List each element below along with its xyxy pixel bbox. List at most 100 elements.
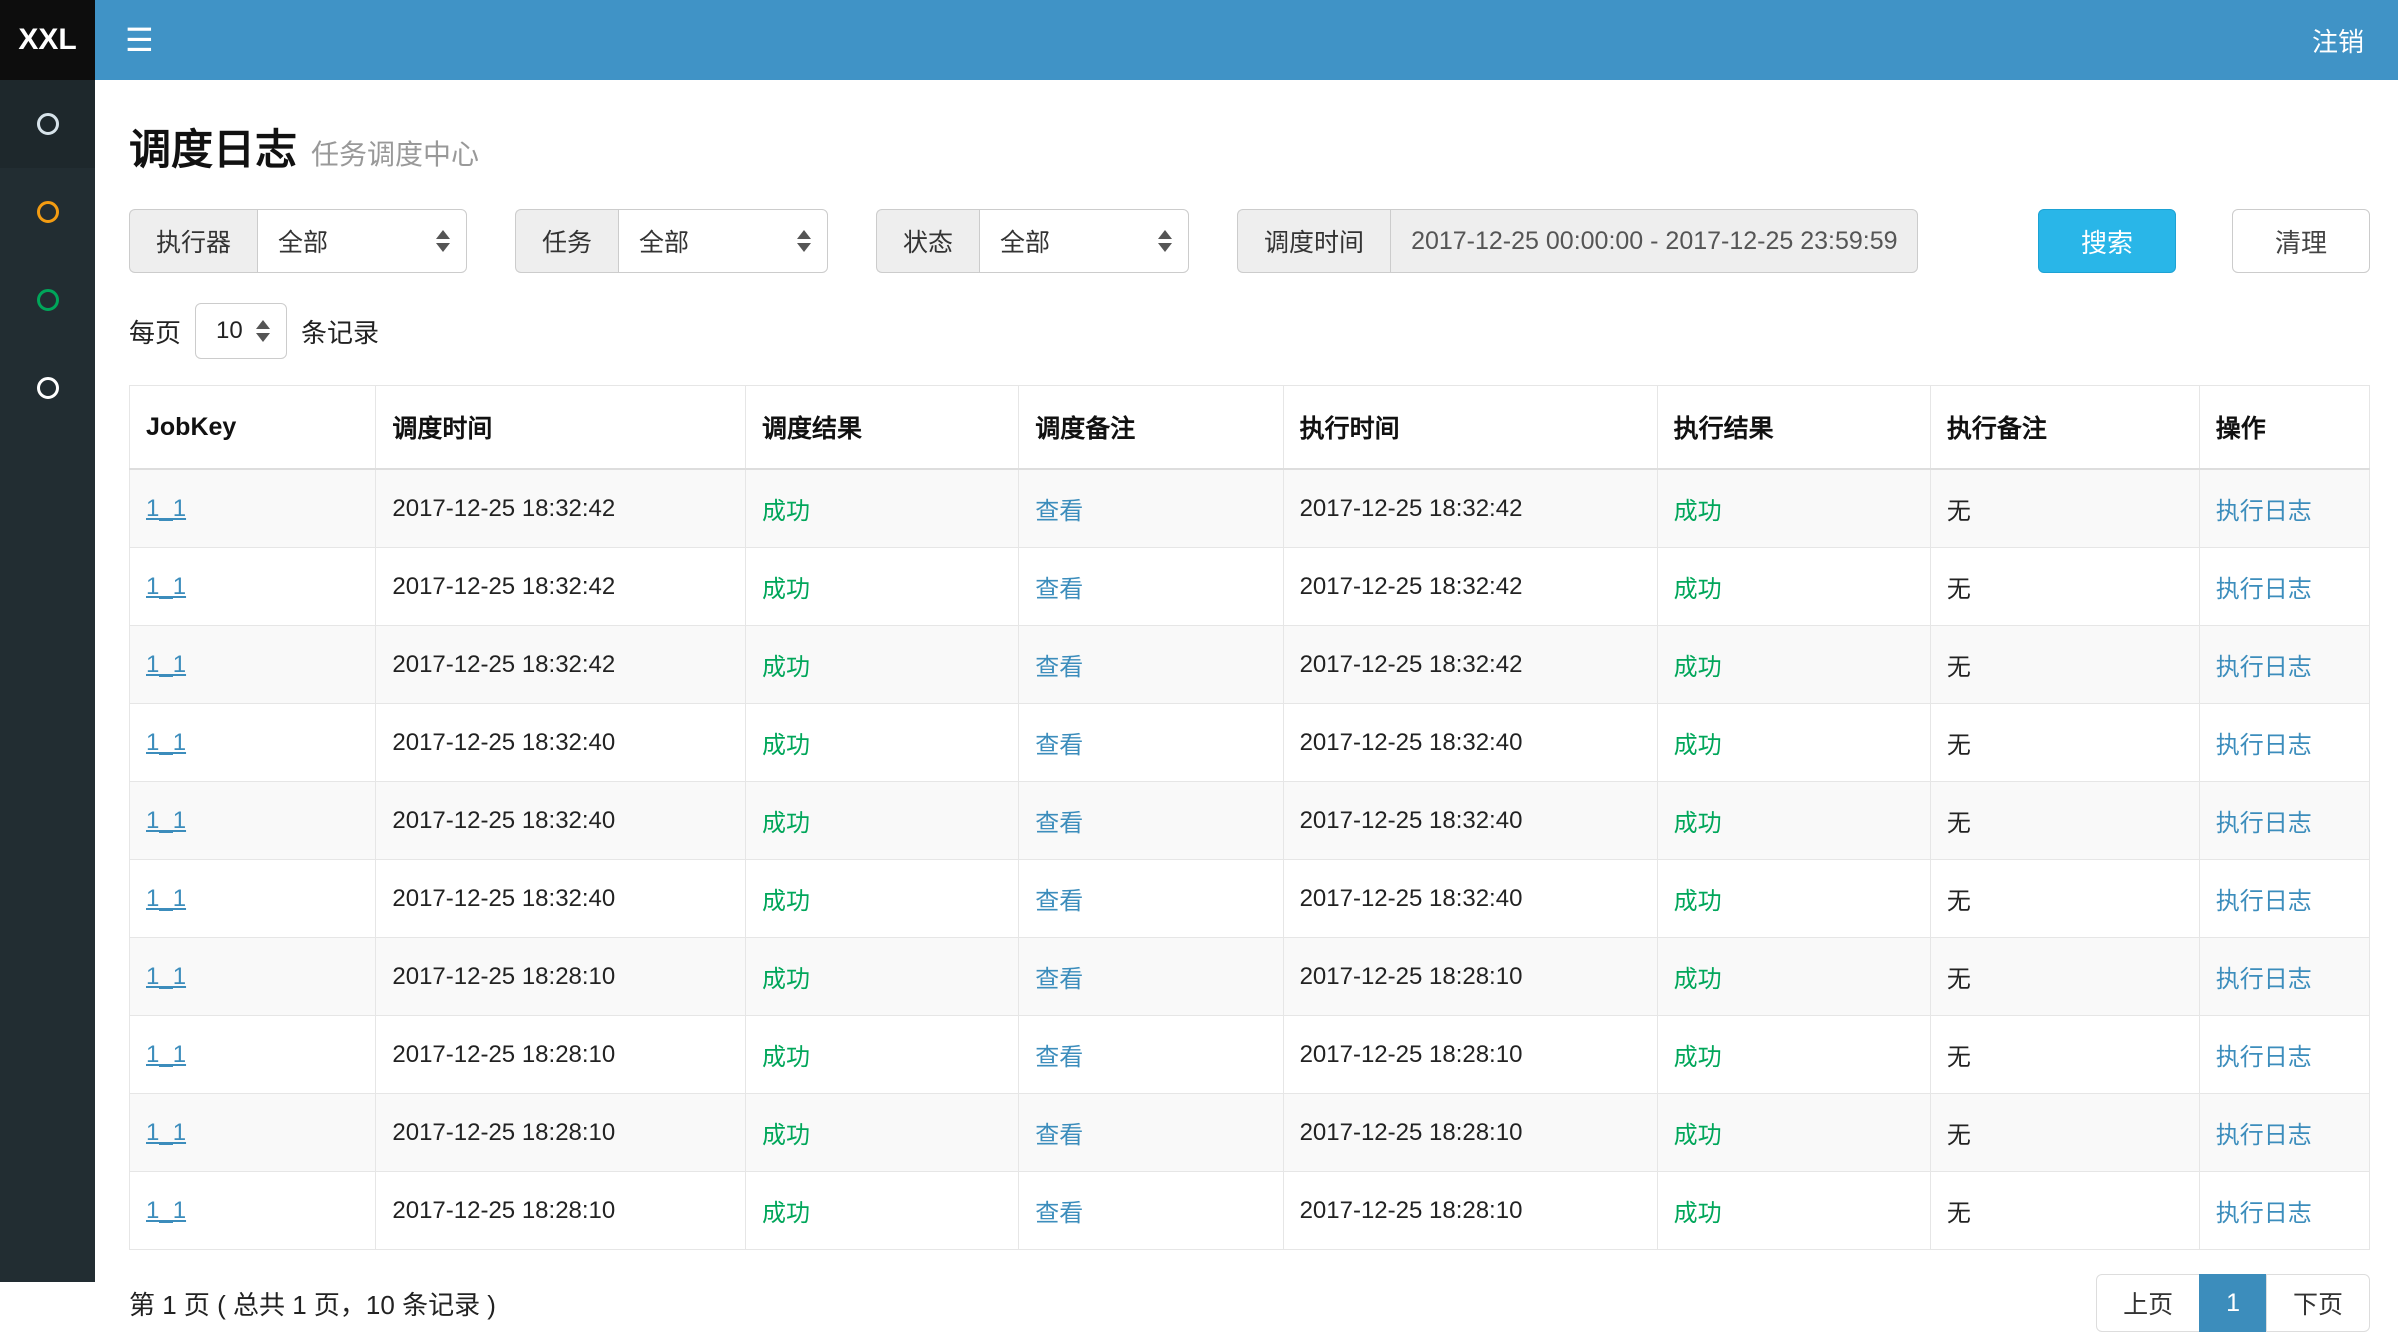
trigger-result-text: 成功: [762, 810, 810, 837]
exec-log-link[interactable]: 执行日志: [2216, 576, 2312, 603]
job-key-link[interactable]: 1_1: [146, 1041, 186, 1068]
status-select[interactable]: 全部: [979, 209, 1189, 273]
table-row: 1_1 2017-12-25 18:32:40 成功 查看 2017-12-25…: [130, 782, 2370, 860]
trigger-msg-link[interactable]: 查看: [1035, 888, 1083, 915]
next-page-button[interactable]: 下页: [2266, 1274, 2370, 1332]
action-cell: 执行日志: [2199, 860, 2369, 938]
trigger-result-text: 成功: [762, 1200, 810, 1227]
trigger-result-cell: 成功: [745, 782, 1018, 860]
action-cell: 执行日志: [2199, 548, 2369, 626]
trigger-time-range-input[interactable]: [1390, 209, 1918, 273]
column-header: 执行结果: [1657, 386, 1930, 470]
action-cell: 执行日志: [2199, 626, 2369, 704]
trigger-msg-link[interactable]: 查看: [1035, 654, 1083, 681]
handle-result-text: 成功: [1674, 576, 1722, 603]
trigger-msg-cell: 查看: [1019, 626, 1283, 704]
job-key-cell: 1_1: [130, 938, 376, 1016]
job-select-value: 全部: [639, 223, 689, 259]
table-row: 1_1 2017-12-25 18:28:10 成功 查看 2017-12-25…: [130, 1172, 2370, 1250]
trigger-msg-link[interactable]: 查看: [1035, 1200, 1083, 1227]
job-key-link[interactable]: 1_1: [146, 885, 186, 912]
trigger-result-text: 成功: [762, 1044, 810, 1071]
trigger-msg-link[interactable]: 查看: [1035, 498, 1083, 525]
exec-log-link[interactable]: 执行日志: [2216, 966, 2312, 993]
job-key-link[interactable]: 1_1: [146, 495, 186, 522]
handle-msg-cell: 无: [1930, 938, 2199, 1016]
handle-result-cell: 成功: [1657, 469, 1930, 548]
exec-log-link[interactable]: 执行日志: [2216, 732, 2312, 759]
handle-time-cell: 2017-12-25 18:32:42: [1283, 626, 1657, 704]
column-header: 调度结果: [745, 386, 1018, 470]
exec-log-link[interactable]: 执行日志: [2216, 498, 2312, 525]
page-size-select[interactable]: 10: [195, 303, 287, 359]
trigger-msg-link[interactable]: 查看: [1035, 732, 1083, 759]
trigger-result-text: 成功: [762, 576, 810, 603]
exec-log-link[interactable]: 执行日志: [2216, 1122, 2312, 1149]
exec-log-link[interactable]: 执行日志: [2216, 888, 2312, 915]
job-key-link[interactable]: 1_1: [146, 963, 186, 990]
handle-result-text: 成功: [1674, 888, 1722, 915]
job-key-link[interactable]: 1_1: [146, 1197, 186, 1224]
sidebar-item[interactable]: [0, 344, 95, 432]
page-size-control: 每页 10 条记录: [129, 303, 2370, 359]
pagination: 上页 1 下页: [2096, 1274, 2370, 1332]
log-table: JobKey调度时间调度结果调度备注执行时间执行结果执行备注操作 1_1 201…: [129, 385, 2370, 1250]
exec-log-link[interactable]: 执行日志: [2216, 810, 2312, 837]
handle-result-cell: 成功: [1657, 938, 1930, 1016]
trigger-result-cell: 成功: [745, 1094, 1018, 1172]
exec-log-link[interactable]: 执行日志: [2216, 654, 2312, 681]
trigger-result-cell: 成功: [745, 469, 1018, 548]
trigger-msg-link[interactable]: 查看: [1035, 576, 1083, 603]
select-arrows-icon: [436, 230, 450, 252]
sidebar-item[interactable]: [0, 80, 95, 168]
job-key-link[interactable]: 1_1: [146, 807, 186, 834]
sidebar-item[interactable]: [0, 168, 95, 256]
sidebar-menu: [0, 80, 95, 432]
prev-page-button[interactable]: 上页: [2096, 1274, 2200, 1332]
job-key-link[interactable]: 1_1: [146, 573, 186, 600]
executor-filter-label: 执行器: [129, 209, 257, 273]
job-key-link[interactable]: 1_1: [146, 651, 186, 678]
search-button[interactable]: 搜索: [2038, 209, 2176, 273]
trigger-msg-link[interactable]: 查看: [1035, 1122, 1083, 1149]
exec-log-link[interactable]: 执行日志: [2216, 1044, 2312, 1071]
trigger-msg-cell: 查看: [1019, 469, 1283, 548]
job-key-cell: 1_1: [130, 469, 376, 548]
executor-select-value: 全部: [278, 223, 328, 259]
column-header: 调度备注: [1019, 386, 1283, 470]
status-filter: 状态 全部: [876, 209, 1189, 273]
job-select[interactable]: 全部: [618, 209, 828, 273]
handle-result-text: 成功: [1674, 810, 1722, 837]
circle-icon: [37, 201, 59, 223]
clear-button[interactable]: 清理: [2232, 209, 2370, 273]
trigger-msg-link[interactable]: 查看: [1035, 810, 1083, 837]
app-logo[interactable]: XXL: [0, 0, 95, 80]
current-page-button[interactable]: 1: [2199, 1274, 2267, 1332]
trigger-result-cell: 成功: [745, 1172, 1018, 1250]
handle-msg-cell: 无: [1930, 1016, 2199, 1094]
job-key-link[interactable]: 1_1: [146, 729, 186, 756]
job-key-link[interactable]: 1_1: [146, 1119, 186, 1146]
job-key-cell: 1_1: [130, 1016, 376, 1094]
sidebar-item[interactable]: [0, 256, 95, 344]
trigger-msg-link[interactable]: 查看: [1035, 1044, 1083, 1071]
top-navbar: XXL ☰ 注销: [0, 0, 2398, 80]
exec-log-link[interactable]: 执行日志: [2216, 1200, 2312, 1227]
job-filter-label: 任务: [515, 209, 618, 273]
table-row: 1_1 2017-12-25 18:32:42 成功 查看 2017-12-25…: [130, 469, 2370, 548]
handle-result-cell: 成功: [1657, 1172, 1930, 1250]
hamburger-icon[interactable]: ☰: [95, 0, 184, 80]
job-key-cell: 1_1: [130, 1172, 376, 1250]
trigger-time-cell: 2017-12-25 18:28:10: [376, 1172, 746, 1250]
executor-select[interactable]: 全部: [257, 209, 467, 273]
handle-msg-cell: 无: [1930, 626, 2199, 704]
trigger-msg-cell: 查看: [1019, 704, 1283, 782]
circle-icon: [37, 113, 59, 135]
logout-link[interactable]: 注销: [2312, 22, 2398, 59]
job-key-cell: 1_1: [130, 704, 376, 782]
handle-time-cell: 2017-12-25 18:32:42: [1283, 548, 1657, 626]
trigger-time-cell: 2017-12-25 18:32:42: [376, 626, 746, 704]
trigger-msg-link[interactable]: 查看: [1035, 966, 1083, 993]
table-row: 1_1 2017-12-25 18:32:40 成功 查看 2017-12-25…: [130, 704, 2370, 782]
trigger-result-cell: 成功: [745, 938, 1018, 1016]
